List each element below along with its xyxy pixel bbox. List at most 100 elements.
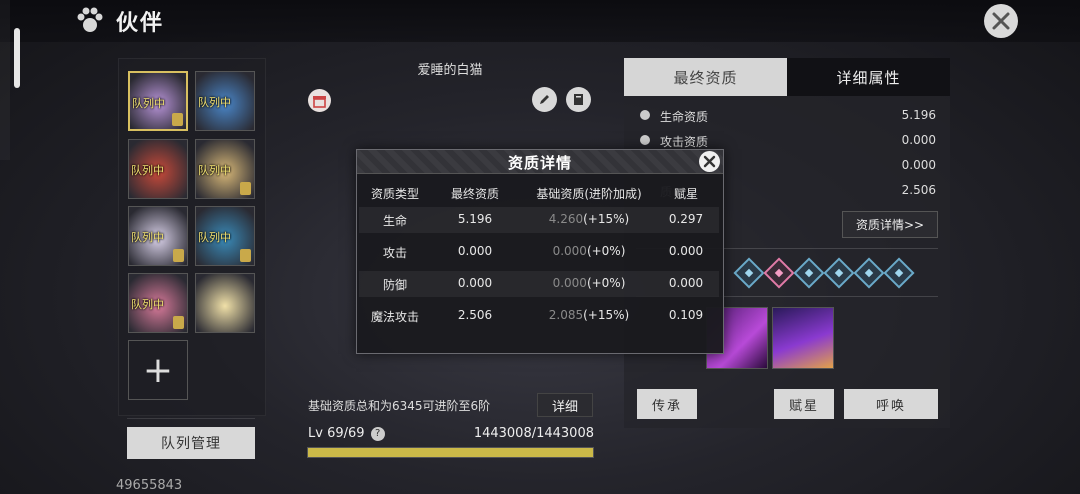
dialog-title: 资质详情 bbox=[507, 154, 572, 172]
aptitude-row: 魔法攻击 2.506 2.085(+15%) 0.109 bbox=[359, 303, 719, 329]
in-team-badge: 队列中 bbox=[198, 96, 231, 109]
summon-button[interactable]: 呼唤 bbox=[844, 389, 938, 419]
aptitude-final: 0.000 bbox=[457, 244, 493, 258]
lock-icon bbox=[240, 249, 251, 262]
partner-slot[interactable]: 队列中 bbox=[195, 71, 255, 131]
pencil-icon bbox=[540, 95, 549, 104]
team-manage-button[interactable]: 队列管理 bbox=[127, 427, 255, 459]
partner-slot[interactable]: 队列中 bbox=[128, 139, 188, 199]
advance-bonus: (+0%) bbox=[586, 244, 626, 258]
advance-detail-button[interactable]: 详细 bbox=[537, 393, 593, 417]
header-type: 资质类型 bbox=[370, 187, 419, 201]
partner-slot[interactable] bbox=[195, 273, 255, 333]
advance-bonus: (+15%) bbox=[583, 308, 630, 322]
base-value: 0.000 bbox=[552, 244, 587, 258]
stat-icon bbox=[640, 135, 650, 145]
header-base: 基础资质(进阶加成) bbox=[536, 187, 642, 201]
lock-icon bbox=[172, 113, 183, 126]
lock-icon bbox=[240, 182, 251, 195]
power-value: 49655843 bbox=[116, 478, 183, 493]
stat-value: 0.000 bbox=[901, 133, 936, 147]
stat-value: 0.000 bbox=[901, 158, 936, 172]
dialog-close-button[interactable] bbox=[699, 151, 720, 172]
stat-value: 2.506 bbox=[901, 183, 936, 197]
partner-slot[interactable]: 队列中 bbox=[128, 206, 188, 266]
help-icon[interactable]: ? bbox=[370, 427, 385, 441]
page-title: 伙伴 bbox=[116, 11, 165, 36]
aptitude-type: 防御 bbox=[382, 278, 407, 292]
stat-label: 攻击资质 bbox=[660, 135, 709, 149]
in-team-badge: 队列中 bbox=[198, 164, 231, 177]
stat-icon bbox=[640, 110, 650, 120]
aptitude-type: 生命 bbox=[382, 214, 407, 228]
divider bbox=[127, 418, 255, 419]
aptitude-star: 0.109 bbox=[668, 308, 704, 322]
in-team-badge: 队列中 bbox=[131, 164, 164, 177]
aptitude-star: 0.000 bbox=[668, 276, 704, 290]
aptitude-row: 攻击 0.000 0.000(+0%) 0.000 bbox=[359, 239, 719, 265]
advance-bonus: (+0%) bbox=[586, 276, 626, 290]
lock-icon bbox=[173, 316, 184, 329]
aptitude-detail-button[interactable]: 资质详情>> bbox=[842, 211, 938, 238]
partner-slot[interactable]: 队列中 bbox=[195, 139, 255, 199]
star-gem bbox=[804, 268, 814, 278]
star-gem bbox=[774, 268, 784, 278]
skill-icon[interactable] bbox=[772, 307, 834, 369]
star-gem bbox=[864, 268, 874, 278]
aptitude-type: 攻击 bbox=[382, 246, 407, 260]
level-label: Lv 69/69 ? bbox=[308, 426, 385, 441]
stat-value: 5.196 bbox=[901, 108, 936, 122]
lock-icon bbox=[173, 249, 184, 262]
star-gem bbox=[894, 268, 904, 278]
star-gem bbox=[834, 268, 844, 278]
aptitude-detail-dialog: 资质详情 资质类型 最终资质 基础资质(进阶加成) 赋星 生命 5.196 4.26… bbox=[356, 149, 724, 354]
aptitude-row: 防御 0.000 0.000(+0%) 0.000 bbox=[359, 271, 719, 297]
advance-bonus: (+15%) bbox=[583, 212, 630, 226]
stat-row: 生命资质 5.196 bbox=[640, 107, 936, 127]
aptitude-final: 0.000 bbox=[457, 276, 493, 290]
exp-bar bbox=[307, 447, 594, 458]
aptitude-final: 2.506 bbox=[457, 308, 493, 322]
edit-name-button[interactable] bbox=[532, 87, 557, 112]
aptitude-type: 魔法攻击 bbox=[370, 310, 419, 324]
base-value: 2.085 bbox=[548, 308, 584, 322]
inherit-button[interactable]: 传承 bbox=[637, 389, 697, 419]
in-team-badge: 队列中 bbox=[198, 231, 231, 244]
close-icon bbox=[992, 12, 1010, 30]
aptitude-base: 4.260(+15%) bbox=[519, 212, 659, 226]
gift-button[interactable] bbox=[308, 89, 331, 112]
pet-name: 爱睡的白猫 bbox=[417, 63, 483, 78]
gift-icon bbox=[313, 96, 326, 108]
tab-detail-attributes[interactable]: 详细属性 bbox=[787, 58, 950, 96]
aptitude-star: 0.000 bbox=[668, 244, 704, 258]
in-team-badge: 队列中 bbox=[131, 298, 164, 311]
aptitude-row: 生命 5.196 4.260(+15%) 0.297 bbox=[359, 207, 719, 233]
advance-hint: 基础资质总和为6345可进阶至6阶 bbox=[308, 399, 491, 413]
plus-icon: + bbox=[142, 349, 174, 391]
scroll-indicator[interactable] bbox=[14, 28, 20, 88]
level-value: Lv 69/69 bbox=[308, 426, 365, 441]
in-team-badge: 队列中 bbox=[131, 231, 164, 244]
tab-final-aptitude[interactable]: 最终资质 bbox=[624, 58, 787, 96]
aptitude-base: 0.000(+0%) bbox=[519, 276, 659, 290]
star-button[interactable]: 赋星 bbox=[774, 389, 834, 419]
aptitude-star: 0.297 bbox=[668, 212, 704, 226]
aptitude-base: 2.085(+15%) bbox=[519, 308, 659, 322]
paw-icon bbox=[74, 5, 106, 37]
book-button[interactable] bbox=[566, 87, 591, 112]
table-header: 资质类型 最终资质 基础资质(进阶加成) 赋星 bbox=[359, 180, 719, 206]
partner-slot[interactable]: 队列中 bbox=[128, 273, 188, 333]
aptitude-base: 0.000(+0%) bbox=[519, 244, 659, 258]
close-icon bbox=[703, 155, 716, 168]
exp-bar-fill bbox=[308, 448, 593, 457]
exp-value: 1443008/1443008 bbox=[473, 426, 594, 441]
header-star: 赋星 bbox=[673, 187, 698, 201]
partner-slot[interactable]: 队列中 bbox=[195, 206, 255, 266]
star-gem bbox=[744, 268, 754, 278]
in-team-badge: 队列中 bbox=[132, 97, 165, 110]
partner-slot[interactable]: 队列中 bbox=[128, 71, 188, 131]
close-button[interactable] bbox=[984, 4, 1018, 38]
add-partner-button[interactable]: + bbox=[128, 340, 188, 400]
header-final: 最终资质 bbox=[450, 187, 499, 201]
book-icon bbox=[574, 94, 583, 105]
